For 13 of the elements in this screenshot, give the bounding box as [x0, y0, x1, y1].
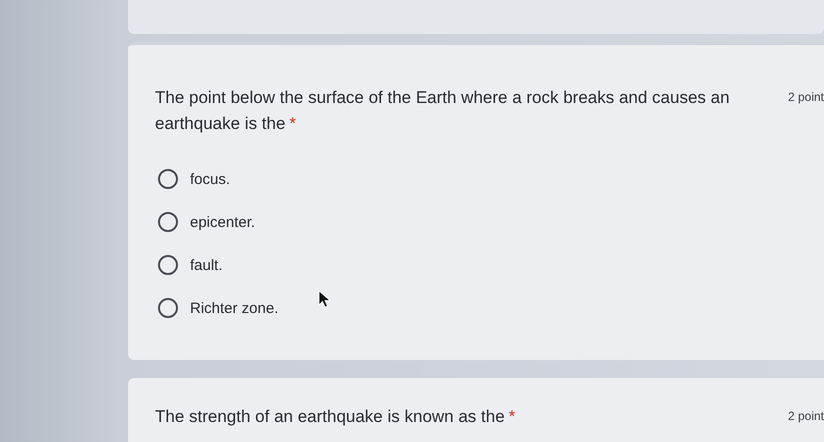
- radio-button[interactable]: [158, 169, 178, 189]
- option-label[interactable]: focus.: [190, 170, 230, 188]
- points-label: 2 point: [788, 89, 824, 104]
- points-label: 2 point: [788, 408, 824, 423]
- option-label[interactable]: epicenter.: [190, 214, 256, 230]
- question-text: The strength of an earthquake is known as the *: [155, 406, 516, 428]
- option-label[interactable]: Richter zone.: [190, 300, 278, 316]
- radio-button[interactable]: [158, 298, 178, 318]
- option-label[interactable]: fault.: [190, 256, 223, 274]
- radio-button[interactable]: [158, 212, 178, 232]
- radio-button[interactable]: [158, 255, 178, 275]
- question-text: The point below the surface of the Earth where a rock breaks and causes an earthquake is the *: [155, 87, 731, 135]
- mouse-pointer-icon: [318, 290, 332, 308]
